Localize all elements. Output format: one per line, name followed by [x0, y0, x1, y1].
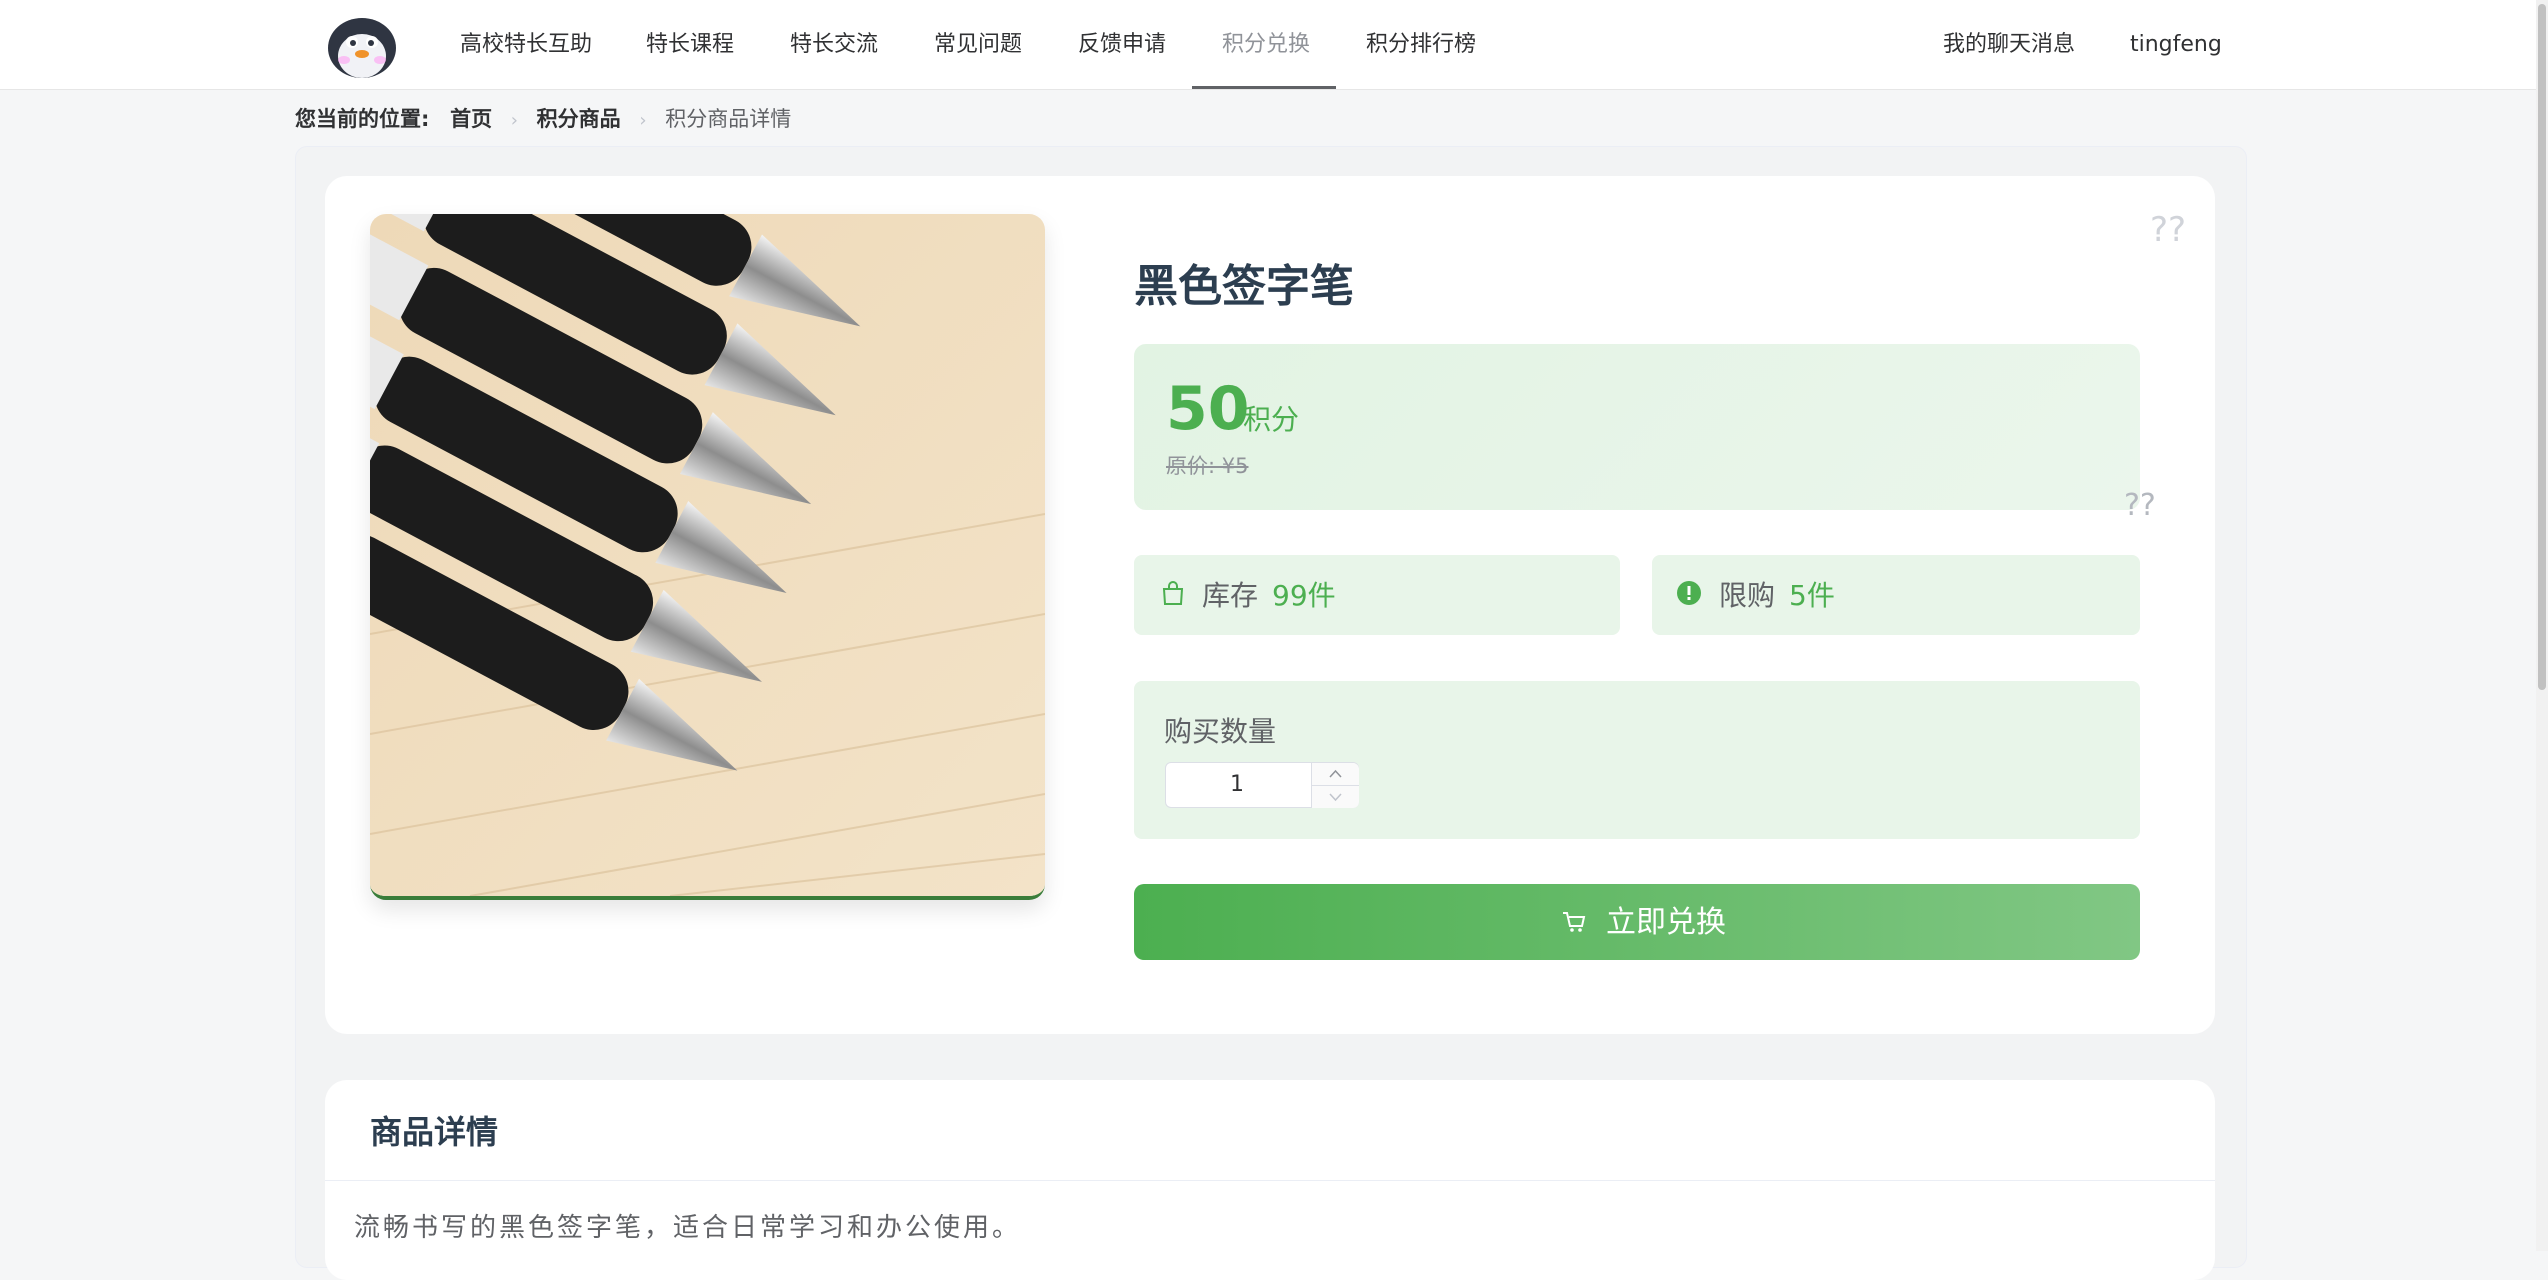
user-menu[interactable]: tingfeng [2130, 0, 2222, 89]
nav-item-home[interactable]: 高校特长互助 [460, 0, 592, 89]
nav-item-exchange-talk[interactable]: 特长交流 [790, 0, 878, 89]
nav-item-leaderboard[interactable]: 积分排行榜 [1366, 0, 1476, 89]
quantity-panel [1134, 681, 2140, 839]
nav-item-feedback[interactable]: 反馈申请 [1078, 0, 1166, 89]
quantity-increase-button[interactable] [1311, 763, 1359, 786]
stock-label: 库存 [1202, 579, 1259, 612]
detail-description: 流畅书写的黑色签字笔，适合日常学习和办公使用。 [354, 1213, 1022, 1243]
cart-icon [1563, 912, 1586, 932]
product-image [370, 214, 1045, 900]
my-messages-link[interactable]: 我的聊天消息 [1943, 0, 2075, 89]
nav-item-points-exchange[interactable]: 积分兑换 [1222, 0, 1310, 89]
breadcrumb-prefix: 您当前的位置: [295, 107, 430, 131]
quantity-label: 购买数量 [1164, 715, 1277, 748]
placeholder-glyph: ?? [2124, 488, 2156, 523]
chevron-down-icon [1329, 793, 1342, 802]
detail-title: 商品详情 [370, 1113, 499, 1151]
pen-illustration [370, 214, 1045, 896]
breadcrumb: 您当前的位置: 首页 › 积分商品 › 积分商品详情 [295, 104, 791, 134]
chevron-up-icon [1329, 769, 1342, 778]
nav-item-faq[interactable]: 常见问题 [934, 0, 1022, 89]
breadcrumb-home[interactable]: 首页 [450, 107, 492, 131]
chevron-right-icon: › [510, 110, 518, 131]
original-price: 原价: ¥5 [1166, 454, 1249, 478]
top-navbar: 高校特长互助 特长课程 特长交流 常见问题 反馈申请 积分兑换 积分排行榜 我的… [0, 0, 2548, 90]
points-unit: 积分 [1243, 403, 1300, 436]
exchange-now-label: 立即兑换 [1606, 905, 1726, 940]
quantity-input[interactable]: 1 [1165, 762, 1309, 808]
breadcrumb-category[interactable]: 积分商品 [537, 107, 621, 131]
breadcrumb-current: 积分商品详情 [665, 107, 792, 131]
active-nav-indicator [1192, 86, 1336, 89]
limit-label: 限购 [1719, 579, 1776, 612]
chevron-right-icon: › [639, 110, 647, 131]
placeholder-glyph: ?? [2150, 210, 2187, 250]
quantity-decrease-button[interactable] [1311, 786, 1359, 808]
nav-item-courses[interactable]: 特长课程 [646, 0, 734, 89]
points-price: 50 [1166, 374, 1250, 444]
stock-value: 99件 [1272, 579, 1336, 612]
shopping-bag-icon [1162, 581, 1184, 605]
warning-icon [1677, 581, 1701, 605]
scrollbar-thumb[interactable] [2538, 4, 2546, 690]
divider [325, 1180, 2215, 1181]
limit-value: 5件 [1789, 579, 1835, 612]
penguin-logo[interactable] [326, 14, 398, 78]
product-title: 黑色签字笔 [1134, 261, 1354, 312]
